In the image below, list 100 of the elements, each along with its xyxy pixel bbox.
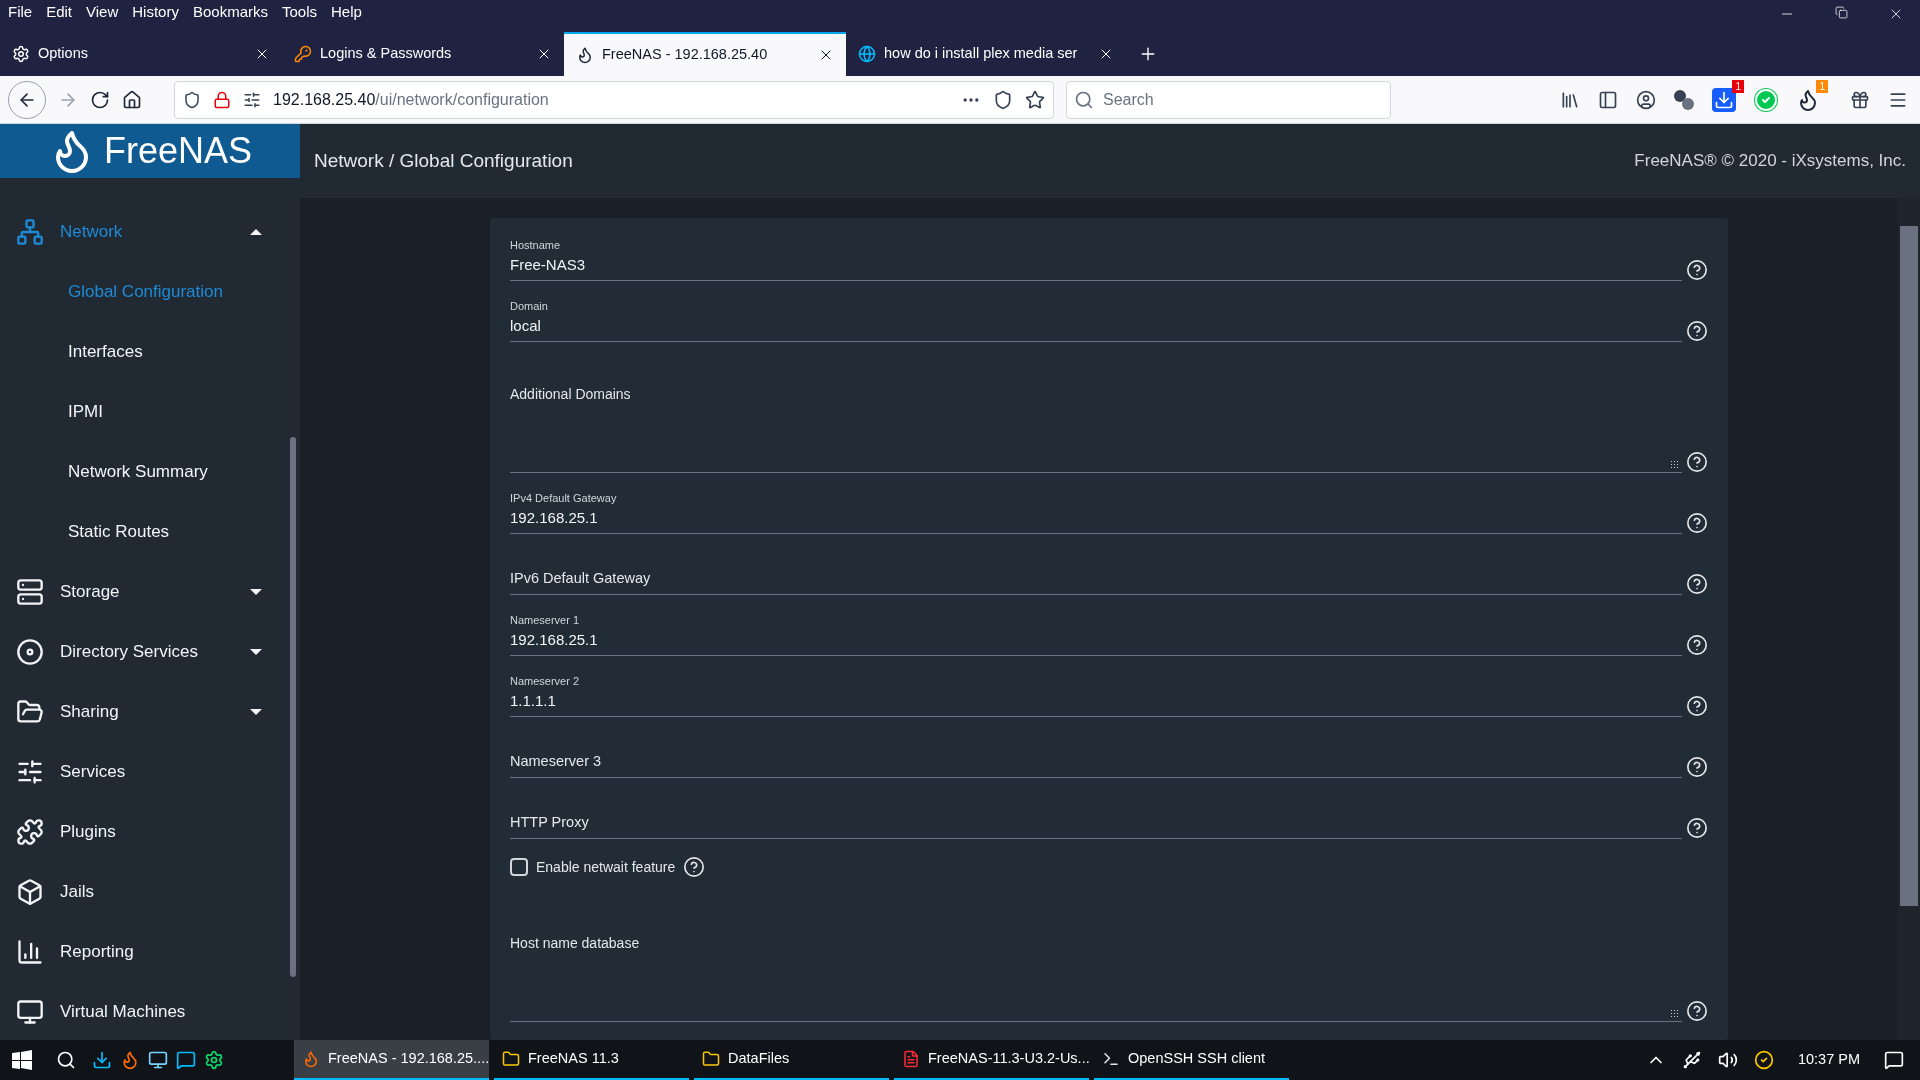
field-label: Additional Domains [510, 385, 631, 404]
help-icon[interactable] [1686, 634, 1708, 656]
help-icon[interactable] [1686, 817, 1708, 839]
submenu-item[interactable]: Global Configuration [0, 262, 290, 322]
sidebar-item[interactable]: Plugins [0, 802, 290, 862]
field-value: 192.168.25.1 [510, 507, 598, 528]
insecure-lock-icon [213, 90, 231, 109]
windows-logo-icon[interactable] [12, 1050, 32, 1070]
menu-item[interactable]: History [132, 0, 179, 24]
taskbar-item[interactable]: FreeNAS - 192.168.25.... [294, 1040, 489, 1080]
help-icon[interactable] [1686, 259, 1708, 281]
field-label: IPv4 Default Gateway [510, 491, 617, 506]
gift-icon[interactable] [1850, 89, 1870, 110]
menu-item[interactable]: Help [331, 0, 362, 24]
check-icon[interactable] [1754, 87, 1778, 112]
submenu-item[interactable]: IPMI [0, 382, 290, 442]
input-field[interactable]: Nameserver 2 1.1.1.1 [510, 673, 1682, 717]
input-field[interactable]: HTTP Proxy [510, 795, 1682, 839]
monitor-icon[interactable] [148, 1050, 168, 1070]
home-icon[interactable] [122, 89, 142, 110]
text-area[interactable]: Additional Domains [510, 344, 1682, 473]
input-field[interactable]: Nameserver 3 [510, 734, 1682, 778]
taskbar-item[interactable]: FreeNAS-11.3-U3.2-Us... [894, 1040, 1089, 1080]
flame-icon [302, 1050, 320, 1068]
taskbar-item[interactable]: FreeNAS 11.3 [494, 1040, 689, 1080]
clock[interactable]: 10:37 PM [1797, 1049, 1860, 1071]
settings-icon[interactable] [204, 1050, 224, 1070]
input-field[interactable]: IPv4 Default Gateway 192.168.25.1 [510, 490, 1682, 534]
usb-icon[interactable] [1681, 1050, 1702, 1070]
sidebar-item[interactable]: Sharing [0, 682, 290, 742]
caret-icon [250, 229, 262, 235]
field-label: HTTP Proxy [510, 813, 589, 833]
reporting-icon [16, 938, 44, 966]
help-icon[interactable] [1686, 320, 1708, 342]
help-icon[interactable] [1686, 695, 1708, 717]
browser-tab[interactable]: how do i install plex media ser [846, 32, 1126, 76]
taskbar-item[interactable]: DataFiles [694, 1040, 889, 1080]
scrollbar[interactable] [290, 437, 296, 977]
help-icon[interactable] [1686, 756, 1708, 778]
sidebar-item[interactable]: Jails [0, 862, 290, 922]
text-area[interactable]: Host name database [510, 893, 1682, 1022]
search-field[interactable]: Search [1066, 80, 1391, 119]
search-icon [1074, 89, 1094, 110]
taskbar-item[interactable]: OpenSSH SSH client [1094, 1040, 1289, 1080]
copyright-text: FreeNAS® © 2020 - iXsystems, Inc. [1634, 150, 1906, 173]
menu-item[interactable]: Edit [46, 0, 73, 24]
help-icon[interactable] [1686, 512, 1708, 534]
permissions-icon [243, 90, 261, 109]
caret-icon [250, 709, 262, 715]
download-icon[interactable] [92, 1050, 112, 1070]
help-icon[interactable] [1686, 1000, 1708, 1022]
restore-icon[interactable] [1835, 6, 1848, 19]
field-label: Hostname [510, 238, 561, 253]
reload-icon[interactable] [90, 89, 110, 110]
sidebar-item[interactable]: Reporting [0, 922, 290, 982]
breadcrumb: Network / Global Configuration [314, 148, 573, 173]
help-icon[interactable] [1686, 573, 1708, 595]
bookmark-star-icon[interactable] [1025, 89, 1045, 110]
sidebar-icon[interactable] [1598, 89, 1618, 110]
address-bar[interactable]: 192.168.25.40/ui/network/configuration [174, 80, 1054, 119]
submenu-item[interactable]: Interfaces [0, 322, 290, 382]
folder-icon [702, 1050, 720, 1068]
input-field[interactable]: IPv6 Default Gateway [510, 551, 1682, 595]
field-value: local [510, 315, 541, 336]
field-label: Host name database [510, 934, 640, 953]
menu-item[interactable]: Tools [282, 0, 317, 24]
search-icon[interactable] [56, 1050, 76, 1070]
menu-item[interactable]: Bookmarks [192, 0, 268, 24]
download-extension-icon[interactable] [1712, 87, 1736, 112]
help-icon[interactable] [1686, 451, 1708, 473]
input-field[interactable]: Domain local [510, 298, 1682, 342]
help-icon[interactable] [683, 856, 706, 878]
plugins-icon [16, 818, 44, 846]
network-icon [16, 218, 44, 246]
url-text: 192.168.25.40/ui/network/configuration [273, 89, 549, 110]
logo-text: FreeNAS [103, 129, 252, 173]
flame-icon[interactable] [120, 1050, 140, 1070]
sidebar-item[interactable]: Virtual Machines [0, 982, 290, 1042]
submenu-item[interactable]: Network Summary [0, 442, 290, 502]
page-scrollbar[interactable] [1898, 198, 1920, 1040]
notification-badge: 1 [1732, 79, 1744, 93]
notifications-icon[interactable] [1884, 1050, 1904, 1070]
field-value: Free-NAS3 [510, 254, 586, 275]
submenu-item[interactable]: Static Routes [0, 502, 290, 562]
sidebar-item[interactable]: Services [0, 742, 290, 802]
sidebar-item[interactable]: Storage [0, 562, 290, 622]
sidebar-item[interactable]: Directory Services [0, 622, 290, 682]
account-icon[interactable] [1636, 89, 1656, 110]
sidebar-item[interactable]: Network [0, 202, 290, 262]
input-field[interactable]: Hostname Free-NAS3 [510, 237, 1682, 281]
input-field[interactable]: Nameserver 1 192.168.25.1 [510, 612, 1682, 656]
browser-tab[interactable]: Options [0, 32, 282, 76]
volume-icon[interactable] [1717, 1050, 1738, 1070]
field-label: Nameserver 1 [510, 613, 580, 628]
checkbox[interactable] [510, 858, 528, 876]
browser-tab[interactable]: FreeNAS - 192.168.25.40 [564, 32, 846, 76]
menu-item[interactable]: File [8, 0, 33, 24]
browser-tab[interactable]: Logins & Passwords [282, 32, 564, 76]
menu-item[interactable]: View [86, 0, 119, 24]
status-icon[interactable] [1753, 1050, 1774, 1070]
